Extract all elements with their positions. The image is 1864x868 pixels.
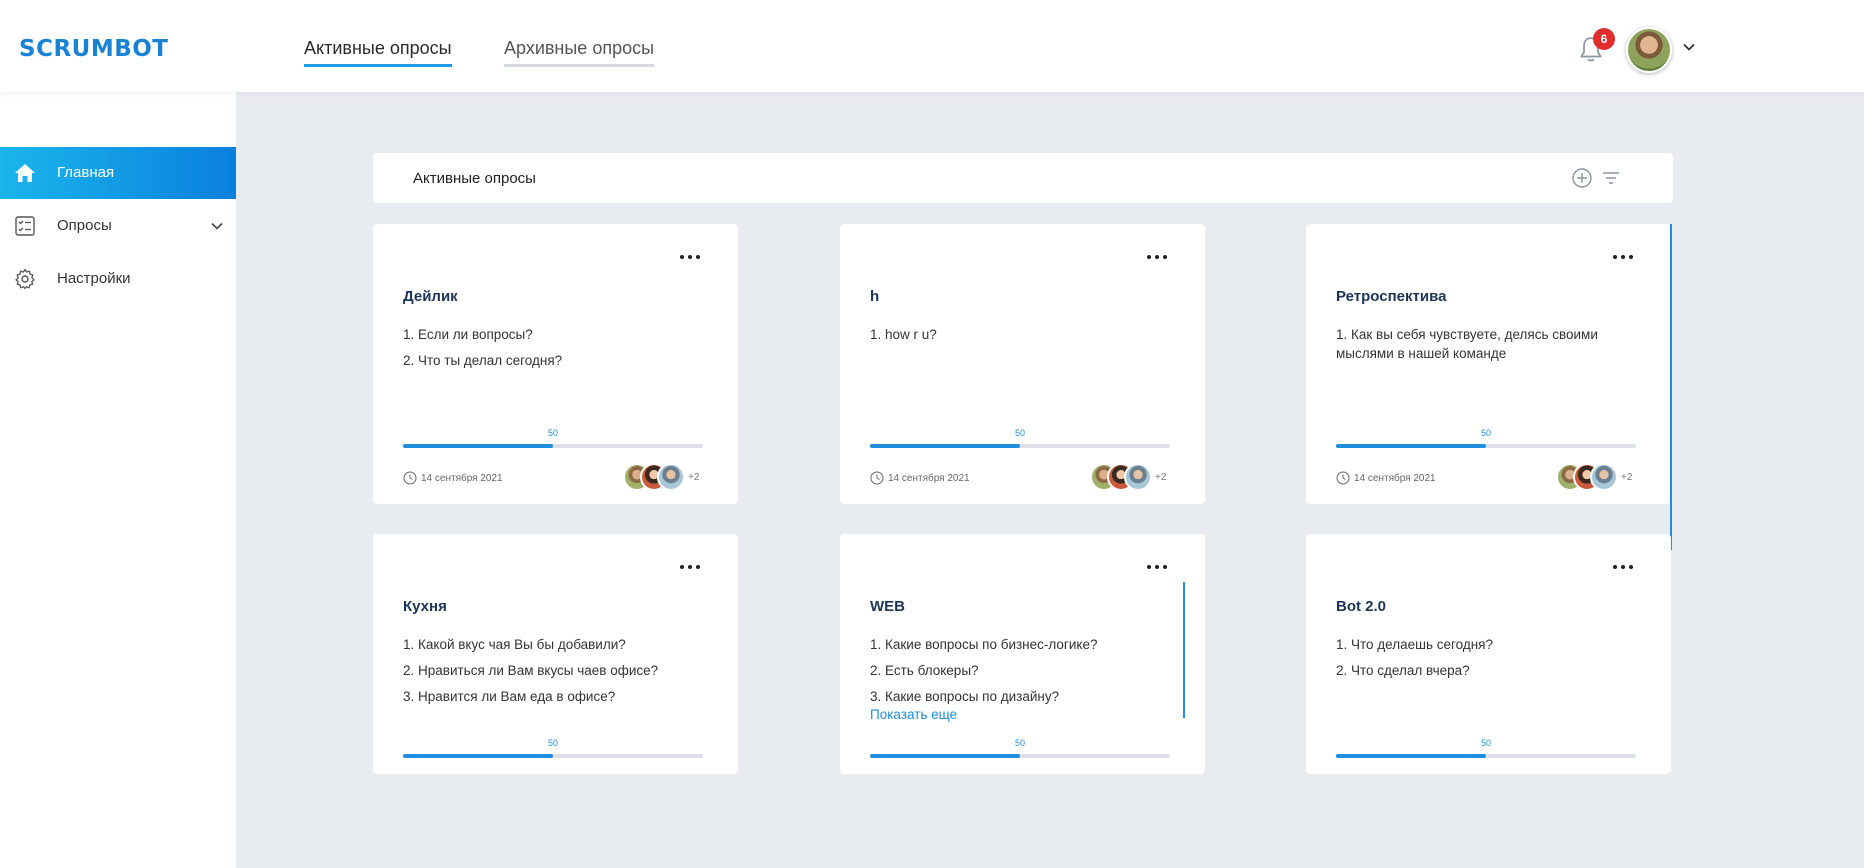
progress-fill	[870, 444, 1020, 448]
show-more-link[interactable]: Показать еще	[870, 707, 957, 722]
poll-card[interactable]: Ретроспектива 1. Как вы себя чувствуете,…	[1306, 224, 1671, 504]
polls-panel-header: Активные опросы	[373, 153, 1673, 203]
app-logo[interactable]: SCRUMBOT	[19, 36, 169, 62]
poll-title: Bot 2.0	[1336, 598, 1387, 615]
progress-fill	[403, 444, 553, 448]
progress-fill	[1336, 754, 1486, 758]
progress-value: 50	[1480, 428, 1491, 438]
more-options-icon[interactable]	[1611, 562, 1635, 572]
poll-title: h	[870, 288, 880, 305]
top-header: SCRUMBOT Активные опросы Архивные опросы…	[0, 0, 1864, 92]
sidebar-item-label: Настройки	[57, 270, 131, 287]
poll-card[interactable]: Кухня 1. Какой вкус чая Вы бы добавили? …	[373, 534, 738, 774]
question-item: 2. Что сделал вчера?	[1336, 663, 1470, 678]
card-scrollbar[interactable]	[1183, 582, 1185, 718]
progress-value: 50	[1014, 738, 1025, 748]
avatar	[657, 463, 685, 491]
question-item: 1. Если ли вопросы?	[403, 327, 533, 342]
chevron-down-icon[interactable]	[1682, 40, 1696, 54]
extra-participants-count: +2	[1621, 471, 1633, 483]
chevron-down-icon[interactable]	[210, 219, 224, 233]
progress-bar	[870, 444, 1170, 448]
more-options-icon[interactable]	[1611, 252, 1635, 262]
progress-value: 50	[547, 428, 558, 438]
user-avatar[interactable]	[1626, 27, 1672, 73]
progress-value: 50	[547, 738, 558, 748]
sidebar-item-label: Главная	[57, 164, 115, 181]
progress-fill	[1336, 444, 1486, 448]
poll-date: 14 сентября 2021	[1336, 471, 1436, 485]
question-list: 1. Что делаешь сегодня? 2. Что сделал вч…	[1336, 635, 1641, 687]
more-options-icon[interactable]	[678, 562, 702, 572]
question-item: 3. Нравится ли Вам еда в офисе?	[403, 689, 616, 704]
participants-avatars[interactable]: +2	[1090, 463, 1166, 491]
poll-date: 14 сентября 2021	[403, 471, 503, 485]
question-item: 2. Нравиться ли Вам вкусы чаев офисе?	[403, 663, 659, 678]
progress-value: 50	[1480, 738, 1491, 748]
poll-card[interactable]: h 1. how r u? 50 14 сентября 2021 +2	[840, 224, 1205, 504]
more-options-icon[interactable]	[678, 252, 702, 262]
poll-title: WEB	[870, 598, 905, 615]
more-options-icon[interactable]	[1145, 252, 1169, 262]
progress-bar	[1336, 754, 1636, 758]
question-list: 1. Какие вопросы по бизнес-логике? 2. Ес…	[870, 635, 1175, 713]
sidebar-item-polls[interactable]: Опросы	[0, 200, 236, 252]
progress-bar	[870, 754, 1170, 758]
notification-badge: 6	[1593, 28, 1615, 50]
poll-card[interactable]: Дейлик 1. Если ли вопросы? 2. Что ты дел…	[373, 224, 738, 504]
question-item: 1. Что делаешь сегодня?	[1336, 637, 1493, 652]
clock-icon	[1336, 471, 1350, 485]
sidebar: Главная Опросы Настройки	[0, 92, 236, 868]
poll-card[interactable]: WEB 1. Какие вопросы по бизнес-логике? 2…	[840, 534, 1205, 774]
tab-active-polls[interactable]: Активные опросы	[304, 38, 452, 67]
question-item: 3. Какие вопросы по дизайну?	[870, 689, 1060, 704]
progress-fill	[870, 754, 1020, 758]
checklist-icon	[15, 216, 35, 236]
tab-archived-polls[interactable]: Архивные опросы	[504, 38, 655, 67]
avatar	[1590, 463, 1618, 491]
question-item: 1. Какой вкус чая Вы бы добавили?	[403, 637, 626, 652]
poll-title: Ретроспектива	[1336, 288, 1447, 305]
clock-icon	[870, 471, 884, 485]
poll-title: Дейлик	[403, 288, 458, 305]
progress-bar	[403, 444, 703, 448]
question-item: 1. Как вы себя чувствуете, делясь своими…	[1336, 327, 1598, 361]
progress-bar	[403, 754, 703, 758]
progress-bar	[1336, 444, 1636, 448]
progress-fill	[403, 754, 553, 758]
more-options-icon[interactable]	[1145, 562, 1169, 572]
progress-value: 50	[1014, 428, 1025, 438]
poll-date: 14 сентября 2021	[870, 471, 970, 485]
question-list: 1. Если ли вопросы? 2. Что ты делал сего…	[403, 325, 708, 377]
question-item: 2. Что ты делал сегодня?	[403, 353, 563, 368]
question-item: 1. Какие вопросы по бизнес-логике?	[870, 637, 1098, 652]
question-item: 1. how r u?	[870, 327, 937, 342]
sidebar-item-settings[interactable]: Настройки	[0, 253, 236, 305]
question-item: 2. Есть блокеры?	[870, 663, 979, 678]
home-icon	[15, 164, 35, 182]
sidebar-item-label: Опросы	[57, 217, 112, 234]
poll-card[interactable]: Bot 2.0 1. Что делаешь сегодня? 2. Что с…	[1306, 534, 1671, 774]
question-list: 1. Как вы себя чувствуете, делясь своими…	[1336, 325, 1641, 370]
filter-icon[interactable]	[1600, 167, 1622, 189]
gear-icon	[15, 268, 35, 290]
question-list: 1. how r u?	[870, 325, 1175, 351]
poll-title: Кухня	[403, 598, 447, 615]
extra-participants-count: +2	[1155, 471, 1167, 483]
question-list: 1. Какой вкус чая Вы бы добавили? 2. Нра…	[403, 635, 708, 713]
extra-participants-count: +2	[688, 471, 700, 483]
participants-avatars[interactable]: +2	[1556, 463, 1632, 491]
add-poll-icon[interactable]	[1571, 167, 1593, 189]
avatar	[1124, 463, 1152, 491]
panel-title: Активные опросы	[413, 170, 536, 187]
sidebar-item-home[interactable]: Главная	[0, 147, 236, 199]
clock-icon	[403, 471, 417, 485]
participants-avatars[interactable]: +2	[623, 463, 699, 491]
scrollbar[interactable]	[1670, 224, 1672, 550]
